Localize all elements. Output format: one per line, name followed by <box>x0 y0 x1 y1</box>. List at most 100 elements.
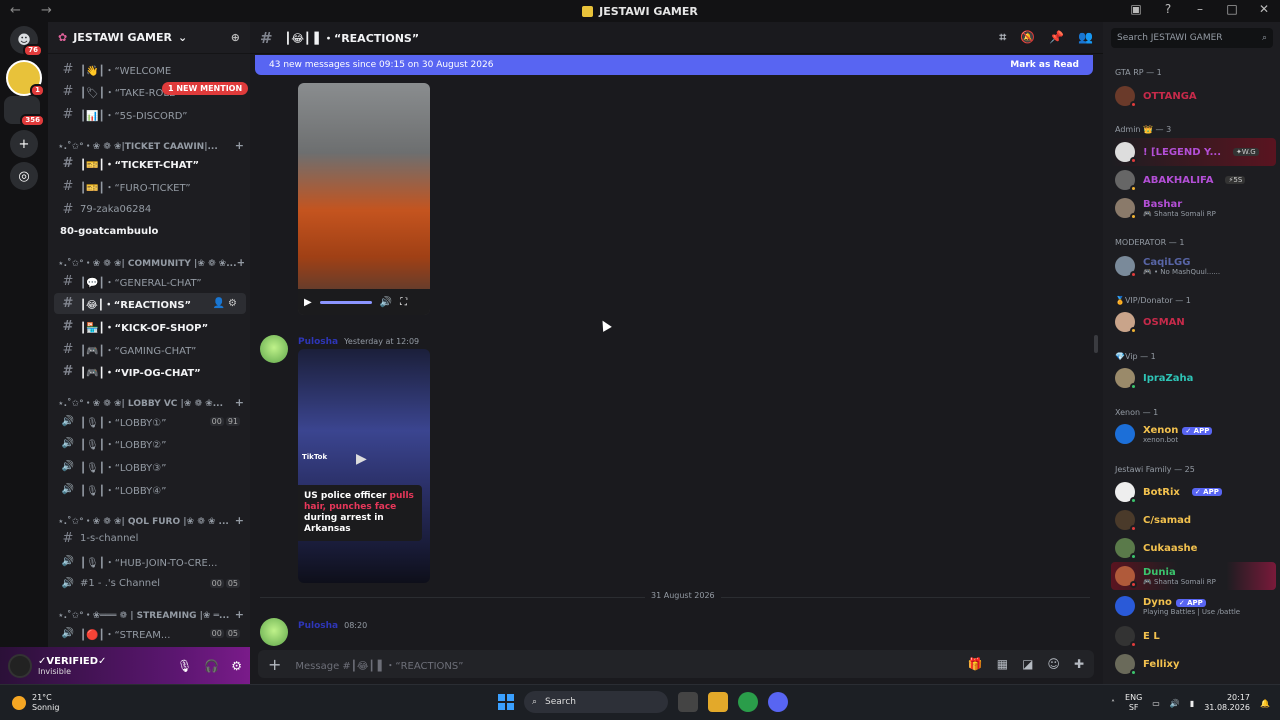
discord-app-icon[interactable] <box>768 692 788 712</box>
member-list-icon[interactable]: 👥 <box>1078 30 1093 45</box>
add-server-button[interactable]: + <box>10 130 38 158</box>
plus-icon[interactable]: + <box>236 256 244 269</box>
channel-vip-og-chat[interactable]: # ┃🎮┃・“VIP-OG-CHAT” <box>54 361 246 382</box>
network-icon[interactable]: ▭ <box>1152 699 1160 708</box>
channel-reactions[interactable]: # ┃😂┃・“REACTIONS” 👤⚙ <box>54 293 246 314</box>
weather-widget[interactable]: 21°C Sonnig <box>12 693 59 713</box>
close-button[interactable]: ✕ <box>1256 2 1272 16</box>
category-lobby-vc[interactable]: ⋆.˚✩°・❀ ❁ ❀| LOBBY VC |❀ ❁ ❀... + <box>58 394 244 410</box>
gift-icon[interactable]: 🎁 <box>968 657 983 671</box>
member-item[interactable]: Cukaashe <box>1111 534 1276 562</box>
emoji-icon[interactable]: ☺ <box>1047 657 1060 671</box>
file-explorer-icon[interactable] <box>708 692 728 712</box>
chat-scrollbar[interactable] <box>1094 335 1098 353</box>
notification-icon[interactable]: 🔔 <box>1260 699 1270 708</box>
play-icon[interactable]: ▶ <box>304 297 312 308</box>
channel-1-s-channel[interactable]: #1-s-channel <box>54 528 246 549</box>
category-ticket[interactable]: ⋆.˚✩°・❀ ❁ ❀|TICKET CAAWIN|... + <box>58 137 244 153</box>
minimize-button[interactable]: – <box>1192 2 1208 16</box>
member-item[interactable]: CaqiLGG 🎮 • No MashQuul...... <box>1111 252 1276 280</box>
voice-lobby-1[interactable]: 🔊 ┃🎙┃・“LOBBY①” 00 91 <box>54 411 246 432</box>
category-qol-furo[interactable]: ⋆.˚✩°・❀ ❁ ❀| QOL FURO |❀ ❁ ❀ ... + <box>58 512 244 528</box>
clock[interactable]: 20:17 31.08.2026 <box>1204 693 1250 713</box>
message-author[interactable]: Pulosha <box>298 621 338 631</box>
video-attachment[interactable]: TikTok ▶ US police officer pulls hair, p… <box>298 349 430 583</box>
voice-lobby-2[interactable]: 🔊 ┃🎙┃・“LOBBY②” <box>54 433 246 454</box>
member-item[interactable]: Dunia 🎮 Shanta Somali RP <box>1111 562 1276 590</box>
message-input[interactable]: Message #┃😂┃ ▌・“REACTIONS” <box>295 657 463 672</box>
inbox-icon[interactable]: ▣ <box>1128 2 1144 16</box>
channel-zaka[interactable]: #79-zaka06284 <box>54 199 246 220</box>
play-icon[interactable]: ▶ <box>356 451 367 467</box>
avatar[interactable] <box>260 618 288 646</box>
direct-messages-button[interactable]: ☻ 76 <box>10 26 43 57</box>
video-attachment[interactable]: ▶ 🔊 ⛶ <box>298 83 430 315</box>
gif-icon[interactable]: ▦ <box>997 657 1008 671</box>
member-item[interactable]: OSMAN <box>1111 308 1276 336</box>
member-item[interactable]: Fellixy <box>1111 650 1276 678</box>
channel-settings-icon[interactable]: 👤⚙ <box>213 298 240 309</box>
new-mention-pill[interactable]: 1 NEW MENTION <box>162 82 249 95</box>
voice-lobby-3[interactable]: 🔊 ┃🎙┃・“LOBBY③” <box>54 456 246 477</box>
notification-bell-icon[interactable]: 🔕 <box>1020 30 1035 45</box>
member-item[interactable]: Xenon ✓ APP xenon.bot <box>1111 420 1276 448</box>
channel-goatcambuulo[interactable]: 80-goatcambuulo <box>54 221 246 242</box>
microphone-icon[interactable]: 🎙 <box>177 659 192 673</box>
chrome-icon[interactable] <box>738 692 758 712</box>
member-item[interactable]: Bashar 🎮 Shanta Somali RP <box>1111 194 1276 222</box>
channel-ticket-chat[interactable]: # ┃🎫┃・“TICKET-CHAT” <box>54 153 246 174</box>
windows-start-icon[interactable] <box>498 694 514 710</box>
video-progress-bar[interactable] <box>319 300 372 304</box>
maximize-button[interactable]: □ <box>1224 2 1240 16</box>
task-view-icon[interactable] <box>678 692 698 712</box>
voice-stream[interactable]: 🔊 ┃🔴┃・“STREAM... 00 05 <box>54 623 246 644</box>
volume-icon[interactable]: 🔊 <box>1170 699 1180 708</box>
headphones-icon[interactable]: 🎧 <box>204 659 219 673</box>
channel-welcome[interactable]: # ┃👋┃・“WELCOME <box>54 59 246 80</box>
plus-icon[interactable]: + <box>235 514 244 527</box>
channel-gaming-chat[interactable]: # ┃🎮┃・“GAMING-CHAT” <box>54 339 246 360</box>
help-icon[interactable]: ? <box>1160 2 1176 16</box>
search-input[interactable]: Search JESTAWI GAMER ⌕ <box>1111 28 1273 48</box>
category-community[interactable]: ⋆.˚✩°・❀ ❁ ❀| COMMUNITY |❀ ❁ ❀... + <box>58 254 244 270</box>
voice-hub-join[interactable]: 🔊 ┃🎙┃・“HUB-JOIN-TO-CRE... <box>54 551 246 572</box>
gear-icon[interactable]: ⚙ <box>231 659 242 673</box>
channel-general-chat[interactable]: # ┃💬┃・“GENERAL-CHAT” <box>54 271 246 292</box>
channel-kick-of-shop[interactable]: # ┃🏪┃・“KICK-OF-SHOP” <box>54 316 246 337</box>
member-item[interactable]: ! [LEGEND Y... ✦W.G <box>1111 138 1276 166</box>
mark-as-read-button[interactable]: Mark as Read <box>1010 60 1079 70</box>
threads-icon[interactable]: ⌗ <box>999 30 1006 45</box>
avatar[interactable] <box>260 335 288 363</box>
apps-icon[interactable]: ✚ <box>1074 657 1084 671</box>
chevron-up-icon[interactable]: ˄ <box>1111 699 1115 708</box>
member-item[interactable]: IpraZaha <box>1111 364 1276 392</box>
attach-plus-icon[interactable]: + <box>268 655 281 674</box>
channel-furo-ticket[interactable]: # ┃🎫┃・“FURO-TICKET” <box>54 176 246 197</box>
sticker-icon[interactable]: ◪ <box>1022 657 1033 671</box>
discover-button[interactable]: ◎ <box>10 162 38 190</box>
taskbar-search[interactable]: ⌕ Search <box>524 691 668 713</box>
plus-icon[interactable]: + <box>235 608 244 621</box>
avatar[interactable] <box>8 653 32 678</box>
language-indicator[interactable]: ENG SF <box>1125 693 1142 713</box>
pin-icon[interactable]: 📌 <box>1049 30 1064 45</box>
volume-icon[interactable]: 🔊 <box>380 297 392 308</box>
server-icon-jestawi[interactable]: 1 <box>6 60 45 97</box>
member-item[interactable]: Dyno ✓ APP Playing Battles | Use /battle <box>1111 592 1276 620</box>
invite-icon[interactable]: ⊕ <box>231 31 240 44</box>
member-item[interactable]: E L <box>1111 622 1276 650</box>
category-streaming[interactable]: ⋆.˚✩°・❀═══ ❁ | STREAMING |❀ ═... + <box>58 606 244 622</box>
message-author[interactable]: Pulosha <box>298 337 338 347</box>
plus-icon[interactable]: + <box>235 396 244 409</box>
guild-header[interactable]: ✿ JESTAWI GAMER ⌄ ⊕ <box>48 22 250 54</box>
member-item[interactable]: OTTANGA <box>1111 82 1276 110</box>
new-messages-bar[interactable]: 43 new messages since 09:15 on 30 August… <box>255 55 1093 75</box>
member-item[interactable]: BotRix ✓ APP <box>1111 478 1276 506</box>
history-nav[interactable]: ← → <box>10 3 60 18</box>
fullscreen-icon[interactable]: ⛶ <box>400 297 407 308</box>
plus-icon[interactable]: + <box>235 139 244 152</box>
battery-icon[interactable]: ▮ <box>1190 699 1194 708</box>
member-item[interactable]: C/samad <box>1111 506 1276 534</box>
member-item[interactable]: ABAKHALIFA ⚡5S <box>1111 166 1276 194</box>
voice-s-channel[interactable]: 🔊 #1 - .'s Channel 00 05 <box>54 573 246 594</box>
